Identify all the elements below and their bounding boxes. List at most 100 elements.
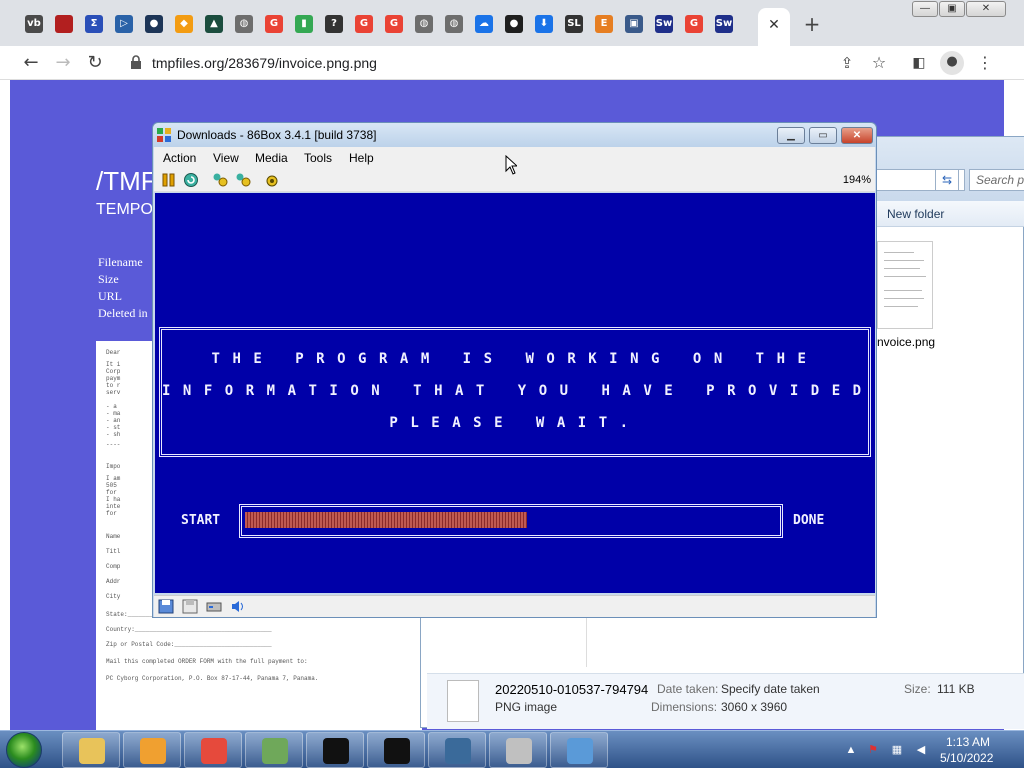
- document-text-line: inte: [106, 503, 121, 510]
- question-icon[interactable]: ?: [325, 15, 343, 33]
- maximize-button[interactable]: ▣: [939, 1, 965, 17]
- taskbar-button[interactable]: [367, 732, 425, 768]
- hard-disk-icon[interactable]: [206, 599, 222, 614]
- taskbar-button[interactable]: [489, 732, 547, 768]
- sw-icon[interactable]: Sw: [715, 15, 733, 33]
- globe-icon[interactable]: ◍: [445, 15, 463, 33]
- search-input[interactable]: Search p: [969, 169, 1024, 191]
- pause-icon[interactable]: [161, 172, 177, 188]
- taskbar-button[interactable]: [245, 732, 303, 768]
- google-icon[interactable]: G: [265, 15, 283, 33]
- detail-date-value[interactable]: Specify date taken: [721, 682, 820, 696]
- settings-icon[interactable]: [264, 172, 280, 188]
- sigma-icon[interactable]: Σ: [85, 15, 103, 33]
- document-text-line: ----: [106, 441, 121, 448]
- bookmark-star-icon[interactable]: ☆: [868, 52, 890, 74]
- sw-icon[interactable]: Sw: [655, 15, 673, 33]
- google-icon[interactable]: G: [685, 15, 703, 33]
- cloud-icon[interactable]: ☁: [475, 15, 493, 33]
- document-text-line: Addr: [106, 578, 121, 585]
- document-text-line: Country:________________________________…: [106, 626, 272, 633]
- play-store-icon[interactable]: ▷: [115, 15, 133, 33]
- detail-size-value: 111 KB: [937, 682, 975, 696]
- document-text-line: I ha: [106, 496, 121, 503]
- red-square-icon[interactable]: [55, 15, 73, 33]
- menu-view[interactable]: View: [213, 151, 239, 165]
- taskbar-button[interactable]: [62, 732, 120, 768]
- taskbar-button[interactable]: [306, 732, 364, 768]
- 86box-window: Downloads - 86Box 3.4.1 [build 3738] ▁ ▭…: [152, 122, 877, 618]
- file-name-label[interactable]: nvoice.png: [877, 335, 935, 349]
- floppy-icon[interactable]: ▣: [625, 15, 643, 33]
- refresh-icon[interactable]: ⇆: [935, 169, 959, 191]
- github-icon[interactable]: ●: [505, 15, 523, 33]
- document-text-line: - st: [106, 424, 121, 431]
- minimize-button[interactable]: —: [912, 1, 938, 17]
- side-panel-icon[interactable]: ◧: [908, 52, 930, 74]
- menu-media[interactable]: Media: [255, 151, 288, 165]
- network-icon[interactable]: ▦: [890, 743, 904, 757]
- chrome-dark-icon[interactable]: ●: [145, 15, 163, 33]
- sl-icon[interactable]: SL: [565, 15, 583, 33]
- dos-message-line: PLEASE WAIT.: [389, 415, 641, 431]
- show-hidden-icons-icon[interactable]: ▲: [844, 743, 858, 757]
- dark-triangle-icon[interactable]: ▲: [205, 15, 223, 33]
- globe-icon[interactable]: ◍: [235, 15, 253, 33]
- floppy-drive-2-icon[interactable]: [182, 599, 198, 614]
- system-tray: ▲ ⚑ ▦ ◀ 1:13 AM 5/10/2022: [840, 731, 1024, 768]
- chart-icon[interactable]: ▮: [295, 15, 313, 33]
- taskbar-button[interactable]: [428, 732, 486, 768]
- google-icon[interactable]: G: [385, 15, 403, 33]
- zoom-level: 194%: [842, 174, 871, 186]
- taskbar-button[interactable]: [123, 732, 181, 768]
- menu-tools[interactable]: Tools: [304, 151, 332, 165]
- new-tab-button[interactable]: +: [802, 14, 822, 34]
- clock-time[interactable]: 1:13 AM: [946, 735, 990, 749]
- start-button[interactable]: [6, 732, 42, 768]
- forward-button[interactable]: →: [52, 52, 74, 74]
- 86box-minimize-button[interactable]: ▁: [777, 127, 805, 144]
- ctrl-alt-del-icon[interactable]: [212, 172, 228, 188]
- google-icon[interactable]: G: [355, 15, 373, 33]
- new-folder-button[interactable]: New folder: [887, 207, 944, 221]
- mouse-cursor-icon: [505, 155, 517, 175]
- close-window-button[interactable]: ✕: [966, 1, 1006, 17]
- globe-icon[interactable]: ◍: [415, 15, 433, 33]
- 86box-close-button[interactable]: ✕: [841, 127, 873, 144]
- reset-icon[interactable]: [183, 172, 199, 188]
- progress-track: [245, 512, 777, 528]
- 86box-title: Downloads - 86Box 3.4.1 [build 3738]: [177, 128, 377, 142]
- volume-icon[interactable]: ◀: [914, 743, 928, 757]
- 86box-maximize-button[interactable]: ▭: [809, 127, 837, 144]
- action-center-icon[interactable]: ⚑: [866, 743, 880, 757]
- emulator-screen[interactable]: THE PROGRAM IS WORKING ON THE INFORMATIO…: [155, 193, 875, 593]
- diamond-icon[interactable]: ◆: [175, 15, 193, 33]
- taskbar-button[interactable]: [184, 732, 242, 768]
- menu-help[interactable]: Help: [349, 151, 374, 165]
- document-text-line: Impo: [106, 463, 121, 470]
- back-button[interactable]: ←: [20, 52, 42, 74]
- 7zip-icon: [323, 738, 349, 764]
- sound-icon[interactable]: [230, 599, 246, 614]
- file-explorer-icon: [79, 738, 105, 764]
- file-thumbnail[interactable]: [877, 241, 933, 329]
- e-icon[interactable]: E: [595, 15, 613, 33]
- download-icon[interactable]: ⬇: [535, 15, 553, 33]
- floppy-drive-icon[interactable]: [158, 599, 174, 614]
- vb-icon[interactable]: vb: [25, 15, 43, 33]
- lock-icon: [131, 55, 141, 69]
- 86box-titlebar[interactable]: Downloads - 86Box 3.4.1 [build 3738] ▁ ▭…: [153, 123, 876, 147]
- menu-dots-icon[interactable]: ⋮: [974, 52, 996, 74]
- menu-action[interactable]: Action: [163, 151, 196, 165]
- media-player-icon: [140, 738, 166, 764]
- chrome-icon: [201, 738, 227, 764]
- share-icon[interactable]: ⇪: [836, 52, 858, 74]
- ctrl-alt-esc-icon[interactable]: [235, 172, 251, 188]
- reload-button[interactable]: ↻: [84, 52, 106, 74]
- address-bar[interactable]: tmpfiles.org/283679/invoice.png.png: [118, 50, 898, 76]
- profile-avatar[interactable]: ●: [940, 51, 964, 75]
- taskbar-button[interactable]: [550, 732, 608, 768]
- close-tab-icon[interactable]: ✕: [766, 16, 782, 32]
- document-text-line: PC Cyborg Corporation, P.O. Box 87-17-44…: [106, 675, 319, 682]
- clock-date[interactable]: 5/10/2022: [940, 751, 993, 765]
